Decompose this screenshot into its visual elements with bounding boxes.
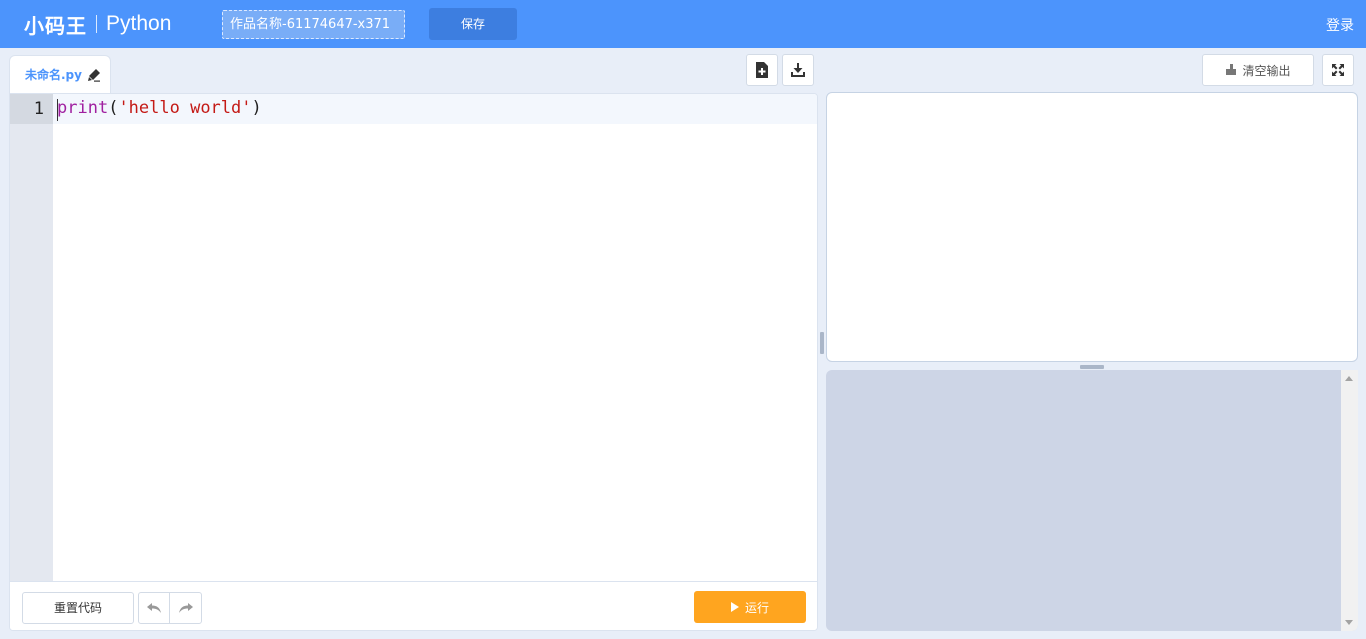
play-icon	[730, 602, 739, 612]
new-file-button[interactable]	[746, 54, 778, 86]
top-bar: 小码王 Python 作品名称-61174647-x371 保存 登录	[0, 0, 1366, 48]
undo-button[interactable]	[139, 593, 170, 623]
logo-text: 小码王	[24, 13, 87, 38]
fullscreen-button[interactable]	[1322, 54, 1354, 86]
output-stage	[826, 92, 1358, 362]
download-icon	[791, 63, 805, 77]
scroll-down-arrow-icon[interactable]	[1345, 620, 1353, 625]
login-link[interactable]: 登录	[1326, 15, 1354, 35]
clear-output-label: 清空输出	[1242, 63, 1291, 78]
redo-button[interactable]	[170, 593, 201, 623]
redo-icon	[178, 603, 193, 613]
line-number-gutter: 1	[10, 94, 53, 581]
clear-output-button[interactable]: 清空输出	[1202, 54, 1314, 86]
run-button[interactable]: 运行	[694, 591, 806, 623]
text-cursor	[57, 99, 58, 121]
fullscreen-icon	[1332, 64, 1344, 76]
new-file-icon	[756, 62, 768, 78]
vertical-resize-handle[interactable]	[820, 332, 824, 354]
logo-divider	[96, 15, 97, 33]
pencil-icon[interactable]	[87, 68, 101, 82]
console-output[interactable]	[826, 370, 1358, 631]
undo-icon	[147, 603, 161, 613]
console-scrollbar[interactable]	[1341, 370, 1358, 631]
tab-file-label: 未命名.py	[25, 68, 82, 82]
code-editor[interactable]: 1 print('hello world') 重置代码 运行	[9, 93, 818, 631]
save-button[interactable]: 保存	[429, 8, 517, 40]
broom-icon	[1226, 64, 1237, 75]
code-paren-close: )	[251, 98, 262, 118]
code-line[interactable]: print('hello world')	[57, 98, 262, 118]
run-label: 运行	[744, 600, 769, 615]
undo-redo-group	[138, 592, 202, 624]
code-string: 'hello world'	[118, 98, 252, 118]
download-button[interactable]	[782, 54, 814, 86]
reset-code-button[interactable]: 重置代码	[22, 592, 134, 624]
editor-footer: 重置代码 运行	[10, 581, 817, 630]
code-function: print	[57, 98, 109, 118]
logo-product-name: Python	[106, 12, 172, 35]
tab-file[interactable]: 未命名.py	[9, 55, 111, 93]
horizontal-resize-handle[interactable]	[1080, 365, 1104, 369]
scroll-up-arrow-icon[interactable]	[1345, 376, 1353, 381]
code-paren-open: (	[108, 98, 119, 118]
logo[interactable]: 小码王 Python	[24, 11, 172, 38]
line-number: 1	[33, 99, 44, 119]
project-name-input[interactable]: 作品名称-61174647-x371	[222, 10, 405, 39]
